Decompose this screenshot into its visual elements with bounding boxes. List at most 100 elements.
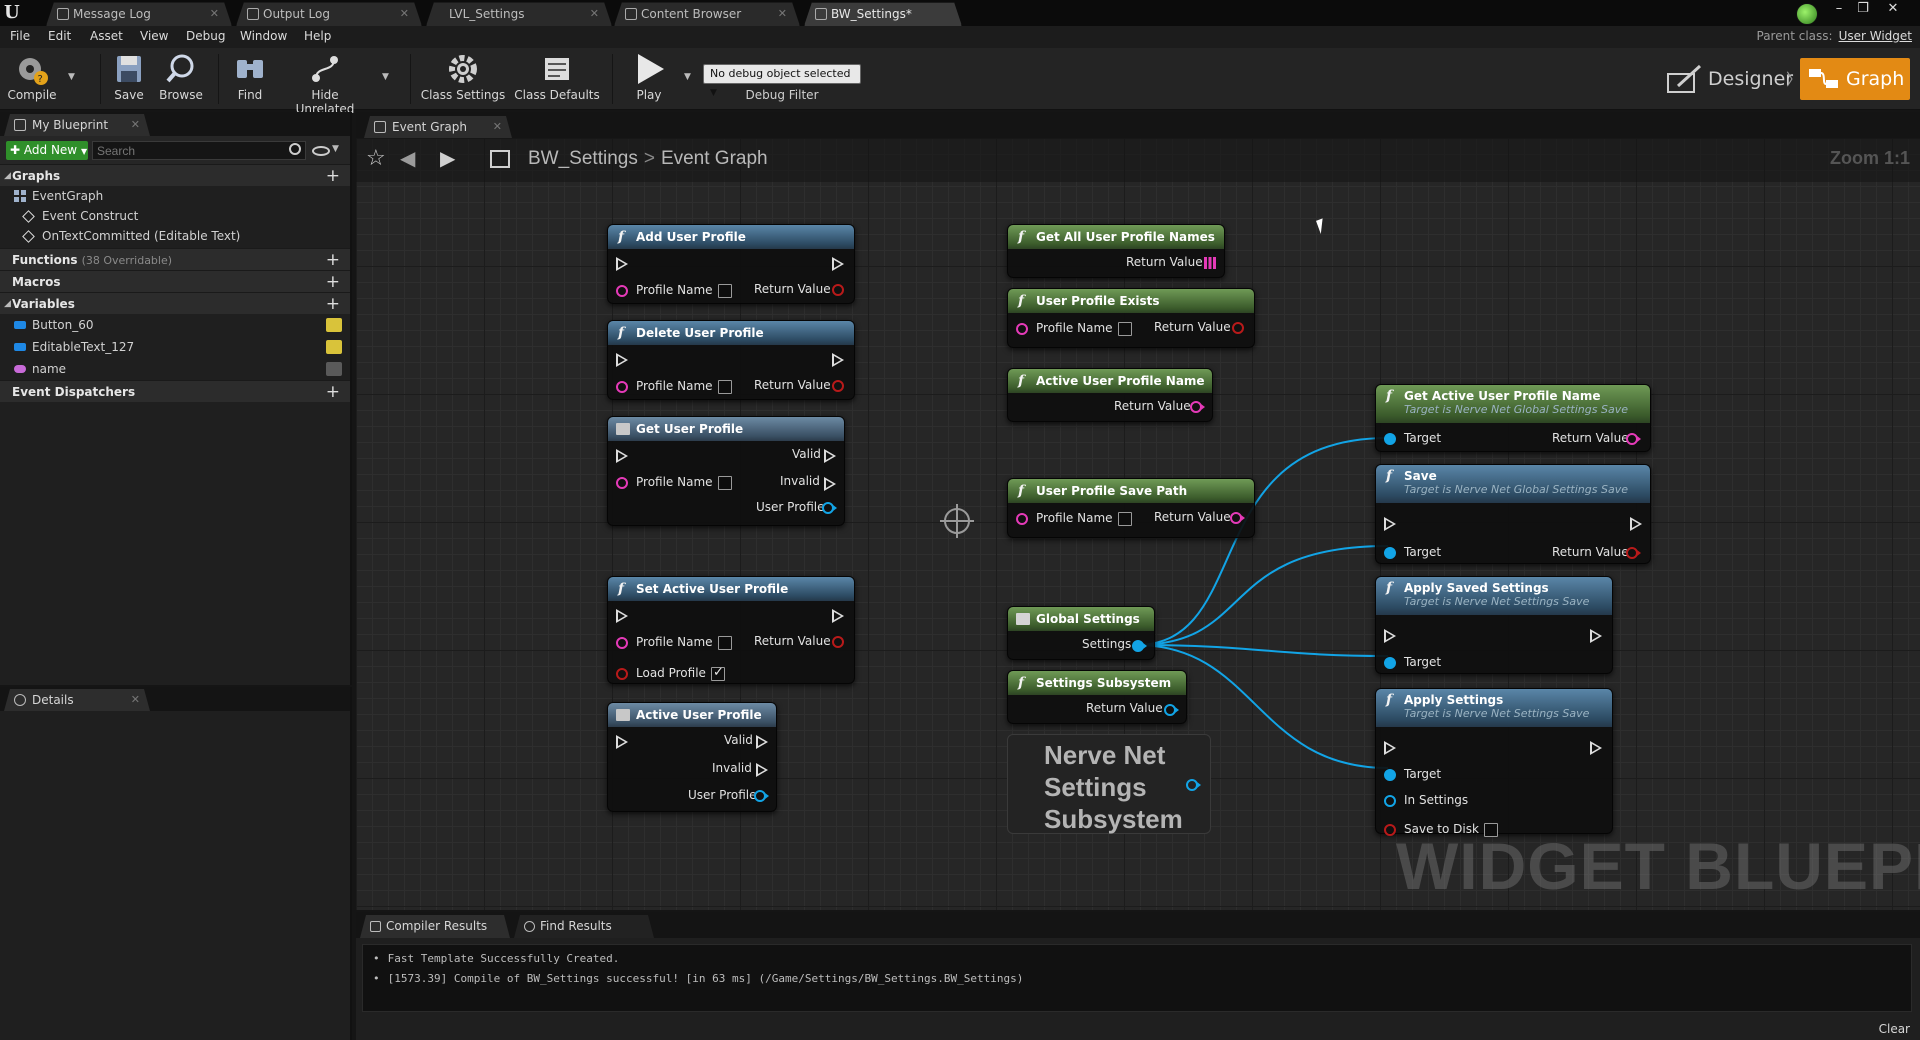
tab-compiler-results[interactable]: Compiler Results: [360, 915, 510, 938]
node-user-profile-save-path[interactable]: f User Profile Save Path Profile Name Ret…: [1007, 478, 1255, 538]
save-to-disk-checkbox[interactable]: [1484, 823, 1498, 837]
expand-triangle-icon[interactable]: ◢: [4, 293, 11, 315]
minimize-icon[interactable]: –: [1828, 0, 1850, 20]
node-header[interactable]: f User Profile Save Path: [1008, 479, 1254, 503]
menu-view[interactable]: View: [140, 29, 168, 43]
return-value-pin[interactable]: [1190, 401, 1205, 413]
node-active-user-profile-name[interactable]: f Active User Profile Name Return Value: [1007, 368, 1213, 422]
exec-out-pin[interactable]: [1630, 517, 1642, 531]
node-get-user-profile[interactable]: Get User Profile Valid Profile Name Inva…: [607, 416, 845, 526]
variable-item-button-60[interactable]: Button_60: [0, 314, 350, 336]
tab-event-graph[interactable]: Event Graph ✕: [364, 116, 512, 138]
visibility-eye-icon[interactable]: [326, 340, 342, 354]
section-event-dispatchers[interactable]: Event Dispatchers +: [0, 380, 350, 402]
load-profile-checkbox[interactable]: [711, 665, 725, 681]
find-button[interactable]: Find: [226, 50, 274, 108]
node-header[interactable]: f User Profile Exists: [1008, 289, 1254, 313]
user-profile-pin[interactable]: [822, 502, 837, 514]
return-value-pin[interactable]: [1230, 512, 1245, 524]
node-header[interactable]: f Active User Profile Name: [1008, 369, 1212, 393]
exec-in-pin[interactable]: [616, 257, 628, 271]
return-value-pin[interactable]: [1232, 322, 1244, 334]
node-header[interactable]: Get User Profile: [608, 417, 844, 441]
class-defaults-button[interactable]: Class Defaults: [514, 50, 600, 108]
section-macros[interactable]: Macros +: [0, 270, 350, 292]
profile-name-pin[interactable]: [616, 477, 628, 489]
return-value-pin[interactable]: [1164, 704, 1179, 716]
return-value-pin[interactable]: [1626, 433, 1641, 445]
node-header[interactable]: f Save Target is Nerve Net Global Settings…: [1376, 465, 1650, 503]
node-header[interactable]: f Set Active User Profile: [608, 577, 854, 601]
menu-window[interactable]: Window: [240, 29, 287, 43]
exec-in-pin[interactable]: [616, 735, 628, 749]
exec-in-pin[interactable]: [1384, 741, 1396, 755]
exec-in-pin[interactable]: [1384, 629, 1396, 643]
menu-asset[interactable]: Asset: [90, 29, 123, 43]
profile-name-field[interactable]: [1118, 322, 1132, 336]
close-icon[interactable]: ✕: [493, 116, 502, 138]
invalid-exec-pin[interactable]: [756, 763, 768, 777]
hide-unrelated-chevron-icon[interactable]: ▼: [382, 72, 389, 82]
add-graph-plus-icon[interactable]: +: [326, 165, 340, 187]
exec-out-pin[interactable]: [1590, 629, 1602, 643]
valid-exec-pin[interactable]: [756, 735, 768, 749]
node-get-active-user-profile-name[interactable]: f Get Active User Profile Name Target is N…: [1375, 384, 1651, 452]
profile-name-pin[interactable]: [616, 285, 628, 297]
close-icon[interactable]: ✕: [131, 689, 140, 711]
graph-canvas[interactable]: ☆ ◀ ▶ BW_Settings > Event Graph Zoom 1:1 W…: [356, 138, 1920, 910]
valid-exec-pin[interactable]: [824, 449, 836, 463]
exec-out-pin[interactable]: [1590, 741, 1602, 755]
node-nerve-net-settings-subsystem[interactable]: Nerve Net Settings Subsystem: [1007, 734, 1211, 834]
tab-lvl-settings[interactable]: LVL_Settings ✕: [426, 2, 612, 26]
menu-debug[interactable]: Debug: [186, 29, 225, 43]
section-graphs[interactable]: ◢ Graphs +: [0, 164, 350, 186]
breadcrumb-graph[interactable]: Event Graph: [661, 148, 768, 169]
node-header[interactable]: Global Settings: [1008, 607, 1154, 631]
profile-name-field[interactable]: [1118, 512, 1132, 526]
visibility-eye-closed-icon[interactable]: [326, 362, 342, 376]
compile-button[interactable]: ? Compile: [4, 50, 60, 108]
close-window-icon[interactable]: ✕: [1882, 0, 1904, 20]
exec-in-pin[interactable]: [616, 449, 628, 463]
close-icon[interactable]: ✕: [778, 3, 787, 25]
section-functions[interactable]: Functions (38 Overridable) +: [0, 248, 350, 270]
close-icon[interactable]: ✕: [131, 114, 140, 136]
add-macro-plus-icon[interactable]: +: [326, 271, 340, 293]
add-dispatcher-plus-icon[interactable]: +: [326, 381, 340, 403]
profile-name-field[interactable]: [718, 284, 732, 298]
menu-edit[interactable]: Edit: [48, 29, 71, 43]
node-header[interactable]: f Apply Settings Target is Nerve Net Setti…: [1376, 689, 1612, 727]
profile-name-pin[interactable]: [616, 381, 628, 393]
menu-help[interactable]: Help: [304, 29, 331, 43]
chevron-down-icon[interactable]: ▼: [332, 144, 339, 154]
profile-name-pin[interactable]: [1016, 323, 1028, 335]
back-arrow-icon[interactable]: ◀: [400, 146, 415, 170]
node-apply-settings[interactable]: f Apply Settings Target is Nerve Net Setti…: [1375, 688, 1613, 837]
node-header[interactable]: f Get Active User Profile Name Target is N…: [1376, 385, 1650, 423]
menu-file[interactable]: File: [10, 29, 30, 43]
play-options-chevron-icon[interactable]: ▼: [684, 72, 691, 82]
debug-object-select[interactable]: No debug object selected ▼: [703, 64, 861, 98]
node-delete-user-profile[interactable]: f Delete User Profile Profile Name Return…: [607, 320, 855, 400]
tab-details[interactable]: Details ✕: [4, 689, 150, 711]
section-variables[interactable]: ◢ Variables +: [0, 292, 350, 314]
clear-button[interactable]: Clear: [1879, 1022, 1910, 1036]
source-control-icon[interactable]: [1796, 3, 1818, 25]
star-icon[interactable]: ☆: [366, 146, 386, 171]
node-active-user-profile[interactable]: Active User Profile Valid Invalid User P…: [607, 702, 777, 812]
tree-item-event-construct[interactable]: Event Construct: [0, 206, 350, 226]
target-pin[interactable]: [1384, 547, 1396, 559]
close-icon[interactable]: ✕: [210, 3, 219, 25]
profile-name-field[interactable]: [718, 380, 732, 394]
add-new-button[interactable]: ✚ Add New ▼: [6, 141, 88, 160]
hide-unrelated-button[interactable]: Hide Unrelated: [282, 50, 368, 116]
save-button[interactable]: Save: [106, 50, 152, 108]
add-variable-plus-icon[interactable]: +: [326, 293, 340, 315]
add-function-plus-icon[interactable]: +: [326, 249, 340, 271]
exec-out-pin[interactable]: [832, 353, 844, 367]
tab-content-browser[interactable]: Content Browser ✕: [614, 2, 800, 26]
output-pin[interactable]: [1186, 779, 1201, 791]
node-header[interactable]: f Apply Saved Settings Target is Nerve Net…: [1376, 577, 1612, 615]
node-header[interactable]: f Settings Subsystem: [1008, 671, 1186, 695]
class-settings-button[interactable]: Class Settings: [420, 50, 506, 108]
